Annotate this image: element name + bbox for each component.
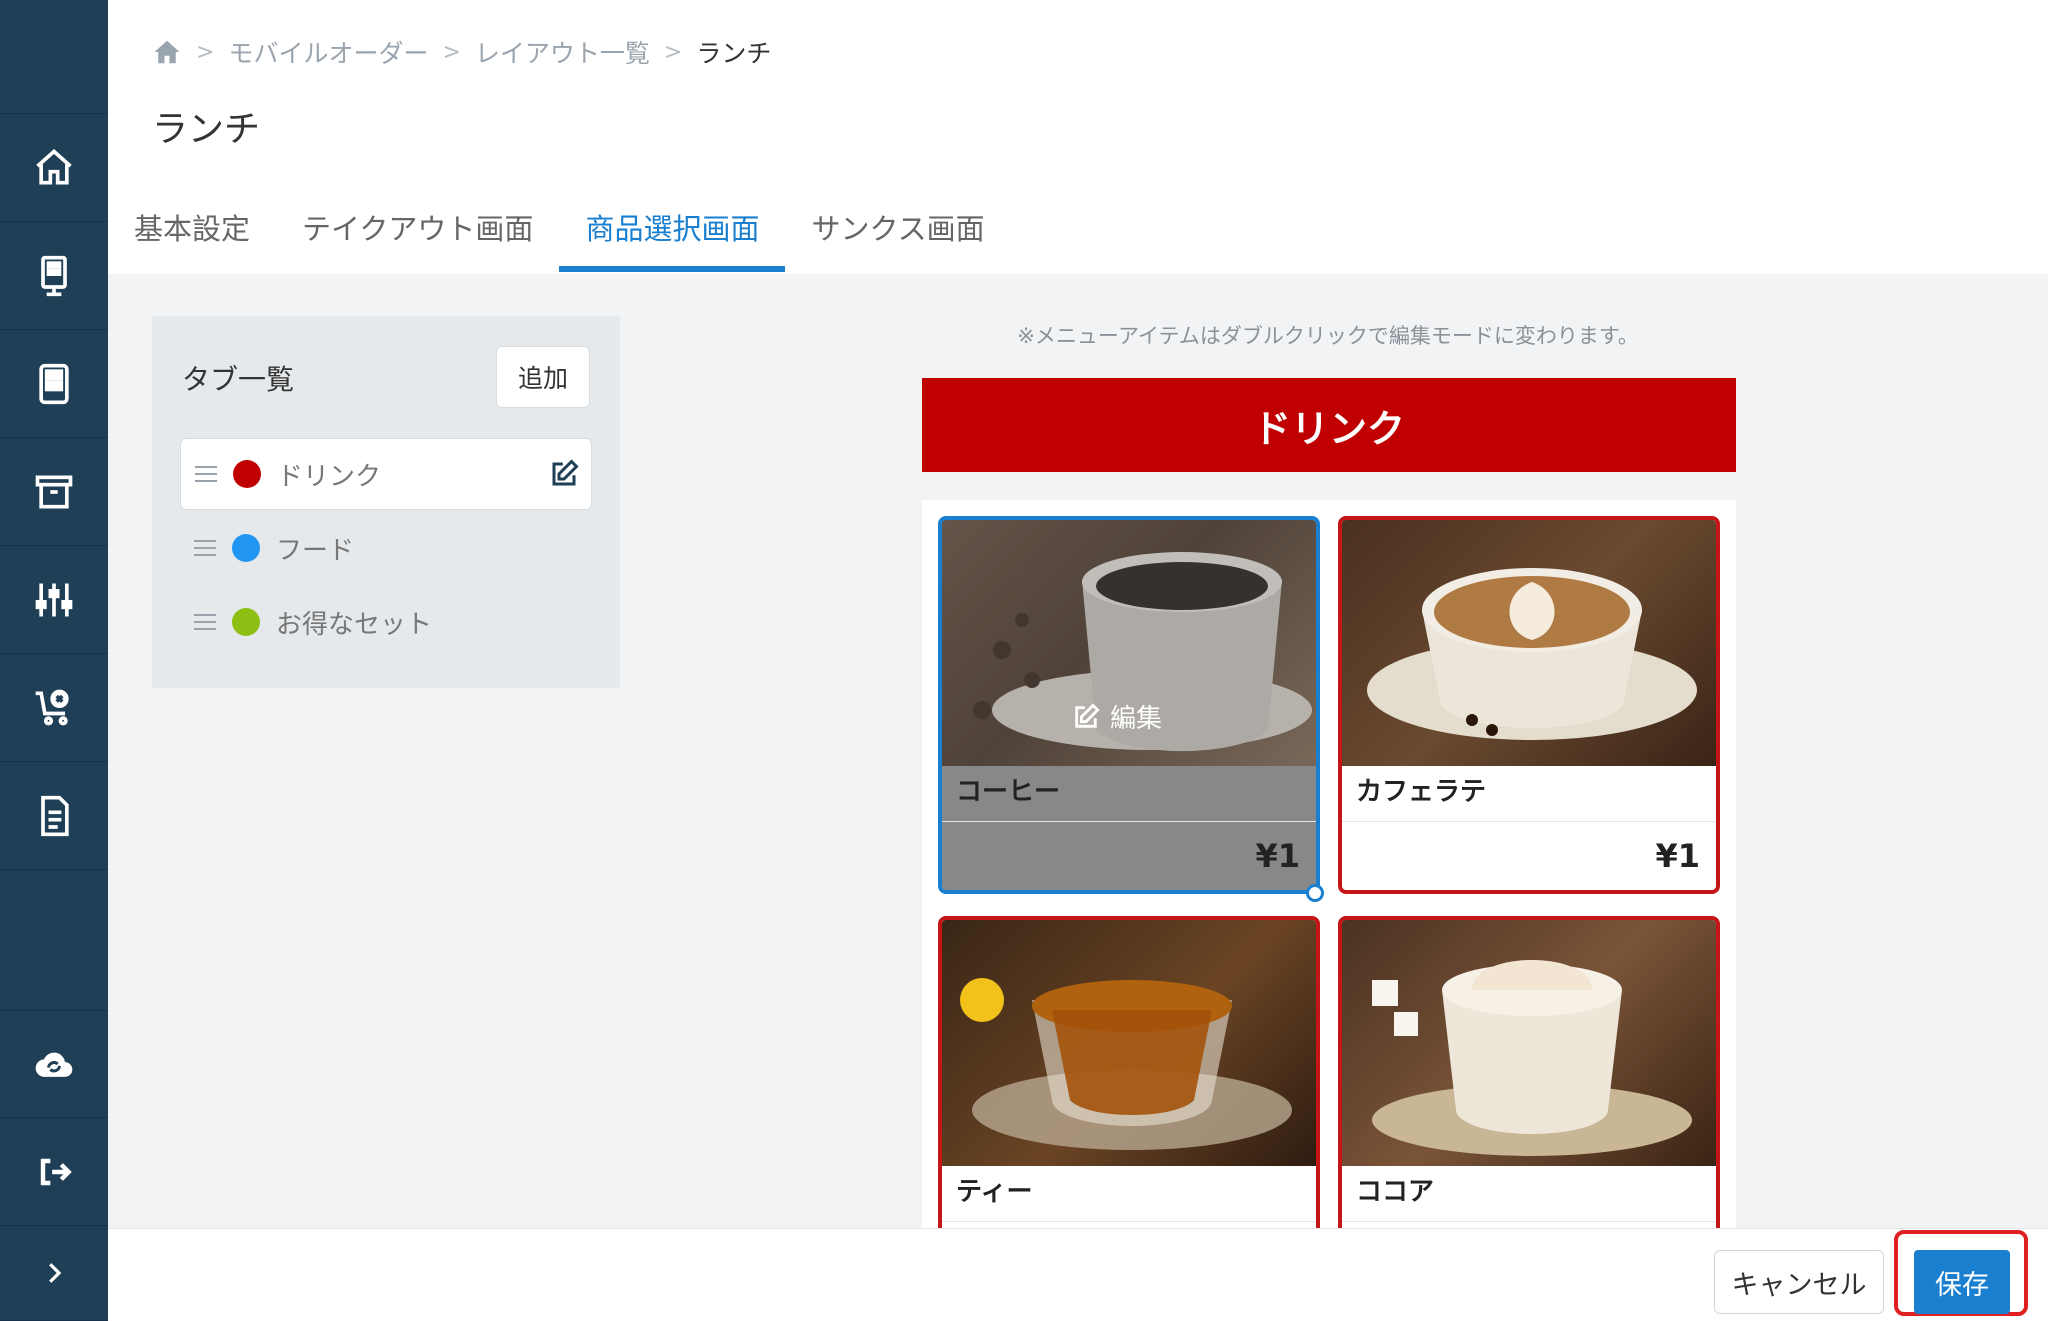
sidebar: [0, 0, 108, 1321]
product-price: ¥1: [942, 822, 1316, 890]
sidebar-item-sync[interactable]: [0, 1010, 108, 1118]
sidebar-item-settings[interactable]: [0, 546, 108, 654]
kiosk-icon: [41, 255, 67, 296]
product-grid: 編集 コーヒー ¥1 カフェラテ ¥1 ティー ココア: [922, 500, 1736, 1228]
edit-icon: [1075, 702, 1100, 728]
edit-overlay[interactable]: 編集: [1072, 698, 1162, 735]
save-button[interactable]: 保存: [1914, 1250, 2010, 1314]
breadcrumb-current: ランチ: [696, 39, 772, 68]
tab-list-item-drink[interactable]: ドリンク: [180, 438, 592, 510]
logout-icon: [40, 1158, 72, 1185]
sidebar-item-kiosk[interactable]: [0, 222, 108, 330]
page-title: ランチ: [152, 109, 261, 150]
sidebar-item-tablet[interactable]: [0, 330, 108, 438]
chevron-right-icon: [49, 1263, 62, 1283]
tab-list-panel: タブ一覧 追加 ドリンク フード お得なセット: [152, 316, 620, 688]
sidebar-item-cart-cancel[interactable]: [0, 654, 108, 762]
color-dot: [232, 534, 260, 562]
breadcrumb-separator: >: [196, 39, 215, 65]
tab-list-item-label: フード: [276, 535, 355, 566]
tab-list-item-label: お得なセット: [276, 609, 433, 640]
tab-basic-settings[interactable]: 基本設定: [108, 200, 276, 274]
sidebar-item-home[interactable]: [0, 114, 108, 222]
document-icon: [41, 795, 69, 836]
color-dot: [232, 608, 260, 636]
drag-handle-icon[interactable]: [195, 466, 217, 482]
tab-thanks-screen[interactable]: サンクス画面: [785, 200, 1010, 274]
product-card-coffee[interactable]: 編集 コーヒー ¥1: [938, 516, 1320, 894]
drag-handle-icon[interactable]: [194, 614, 216, 630]
edit-icon[interactable]: [549, 459, 579, 489]
tab-list-item-label: ドリンク: [277, 461, 382, 492]
sliders-icon: [35, 583, 73, 616]
category-banner: ドリンク: [922, 378, 1736, 472]
drag-handle-icon[interactable]: [194, 540, 216, 556]
edit-hint-text: ※メニューアイテムはダブルクリックで編集モードに変わります。: [1017, 324, 1639, 348]
tab-bar: 基本設定 テイクアウト画面 商品選択画面 サンクス画面: [108, 200, 1011, 274]
sidebar-blank: [0, 0, 108, 114]
product-price: ¥1: [1655, 837, 1700, 875]
sidebar-item-document[interactable]: [0, 762, 108, 870]
product-name: ココア: [1342, 1166, 1716, 1222]
product-image: [1342, 520, 1716, 766]
cloud-sync-icon: [35, 1052, 73, 1077]
tab-takeout-screen[interactable]: テイクアウト画面: [276, 200, 559, 274]
breadcrumb-item[interactable]: モバイルオーダー: [228, 34, 428, 70]
cart-cancel-icon: [35, 689, 69, 725]
product-image: [1342, 920, 1716, 1166]
breadcrumb: > モバイルオーダー > レイアウト一覧 > ランチ: [152, 34, 771, 70]
archive-icon: [35, 475, 73, 508]
page-header: > モバイルオーダー > レイアウト一覧 > ランチ ランチ 基本設定 テイクア…: [108, 0, 2048, 274]
tab-list-title: タブ一覧: [182, 363, 295, 396]
add-tab-button[interactable]: 追加: [496, 346, 590, 408]
tab-list-item-food[interactable]: フード: [180, 512, 592, 584]
product-name: カフェラテ: [1342, 766, 1716, 822]
tab-list-item-set[interactable]: お得なセット: [180, 586, 592, 658]
edit-overlay-label: 編集: [1110, 704, 1163, 734]
cancel-button[interactable]: キャンセル: [1714, 1250, 1884, 1314]
sidebar-item-archive[interactable]: [0, 438, 108, 546]
resize-handle[interactable]: [1306, 884, 1324, 902]
product-card-cafe-latte[interactable]: カフェラテ ¥1: [1338, 516, 1720, 894]
sidebar-expand-button[interactable]: [0, 1226, 108, 1321]
breadcrumb-separator: >: [442, 39, 461, 65]
product-card-tea[interactable]: ティー: [938, 916, 1320, 1228]
breadcrumb-item[interactable]: レイアウト一覧: [475, 34, 650, 70]
sidebar-item-logout[interactable]: [0, 1118, 108, 1226]
home-icon[interactable]: [152, 37, 182, 67]
product-name: コーヒー: [942, 766, 1316, 822]
home-icon: [36, 148, 72, 184]
product-image: [942, 920, 1316, 1166]
color-dot: [233, 460, 261, 488]
product-name: ティー: [942, 1166, 1316, 1222]
tablet-icon: [39, 363, 69, 404]
breadcrumb-separator: >: [663, 39, 683, 65]
tab-product-selection[interactable]: 商品選択画面: [559, 200, 786, 274]
product-card-cocoa[interactable]: ココア: [1338, 916, 1720, 1228]
product-image: 編集: [942, 520, 1316, 766]
